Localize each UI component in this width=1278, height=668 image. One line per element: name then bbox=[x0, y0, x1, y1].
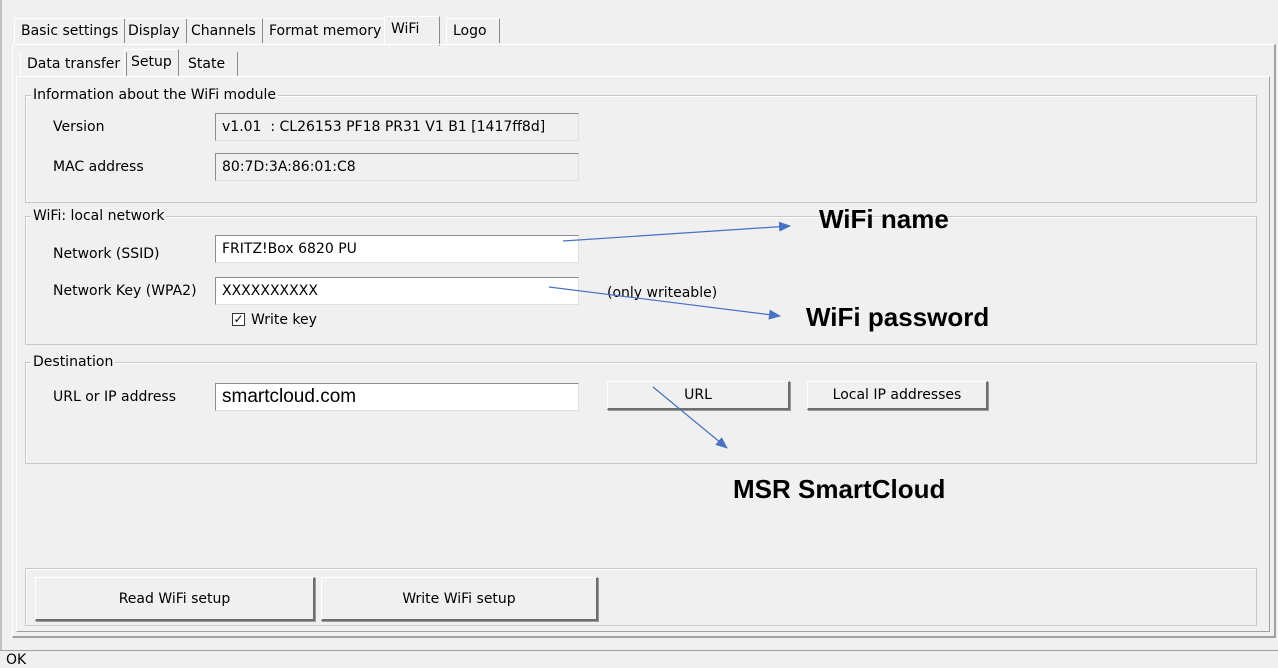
msr-smartcloud-arrow bbox=[652, 386, 728, 449]
msr-smartcloud-annotation: MSR SmartCloud bbox=[733, 474, 946, 504]
annotation-arrows bbox=[548, 221, 791, 449]
wifi-name-annotation: WiFi name bbox=[819, 204, 949, 234]
wifi-name-arrow bbox=[562, 221, 791, 242]
wifi-password-arrow bbox=[548, 286, 781, 320]
wifi-password-annotation: WiFi password bbox=[806, 302, 990, 332]
